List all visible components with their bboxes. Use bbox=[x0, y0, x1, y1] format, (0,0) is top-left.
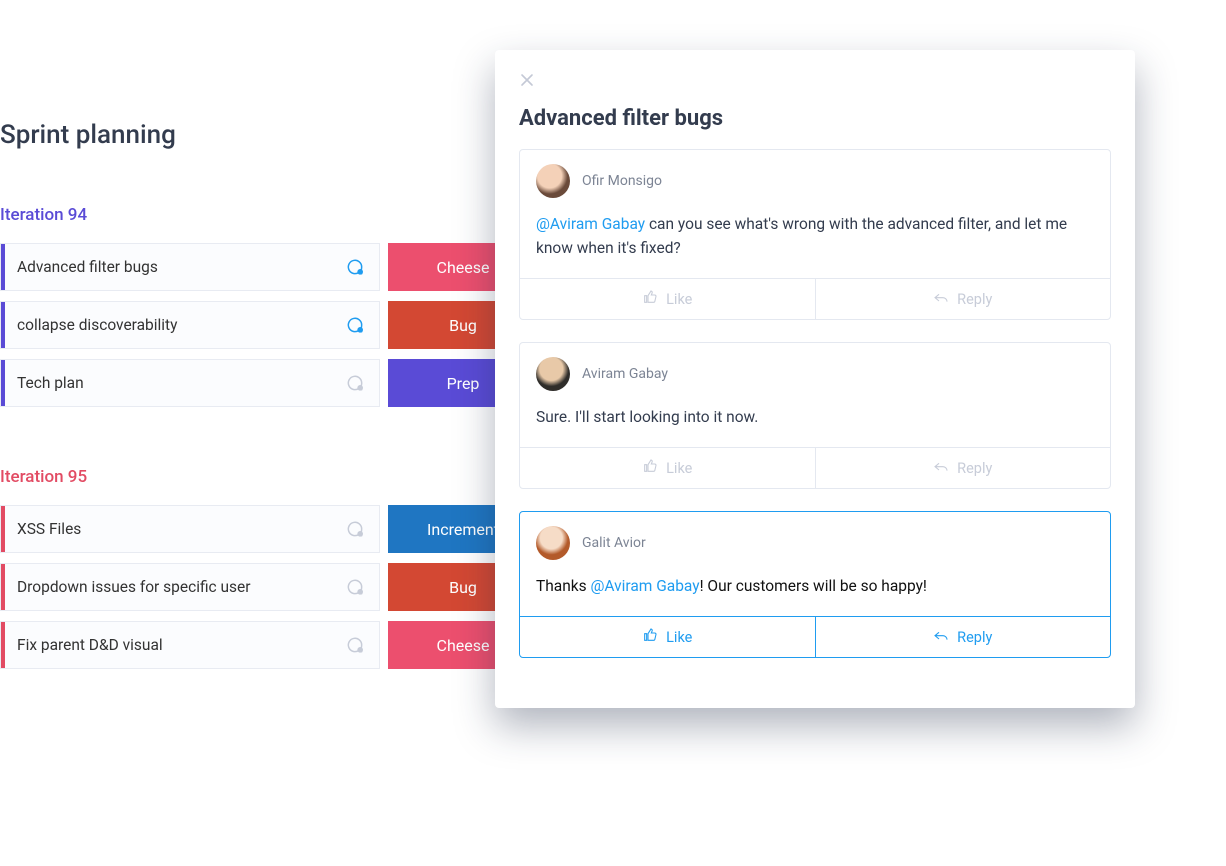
reply-label: Reply bbox=[957, 629, 992, 646]
comments-panel: Advanced filter bugs Ofir Monsigo @Avira… bbox=[495, 50, 1135, 708]
close-icon[interactable] bbox=[519, 72, 535, 88]
board-row: Advanced filter bugs Cheese bbox=[0, 243, 560, 291]
task-title: XSS Files bbox=[17, 520, 81, 538]
comment-actions: Like Reply bbox=[520, 278, 1110, 319]
comment-header: Galit Avior bbox=[520, 512, 1110, 568]
mention[interactable]: @Aviram Gabay bbox=[536, 215, 645, 233]
task-title: Fix parent D&D visual bbox=[17, 636, 163, 654]
iteration-group: Iteration 94 Advanced filter bugs Cheese… bbox=[0, 205, 560, 407]
reply-icon bbox=[933, 289, 949, 309]
avatar[interactable] bbox=[536, 164, 570, 198]
comment-text: Sure. I'll start looking into it now. bbox=[536, 408, 758, 426]
chat-icon[interactable] bbox=[345, 257, 365, 277]
reply-button[interactable]: Reply bbox=[815, 617, 1111, 657]
thumbs-up-icon bbox=[642, 458, 658, 478]
reply-button[interactable]: Reply bbox=[815, 279, 1111, 319]
board-title: Sprint planning bbox=[0, 120, 560, 150]
comment-actions: Like Reply bbox=[520, 616, 1110, 657]
comment-body: Thanks @Aviram Gabay! Our customers will… bbox=[520, 568, 1110, 616]
like-button[interactable]: Like bbox=[520, 279, 815, 319]
sprint-board: Sprint planning Iteration 94 Advanced fi… bbox=[0, 120, 560, 729]
comment-author: Aviram Gabay bbox=[582, 366, 668, 382]
board-row: Dropdown issues for specific user Bug bbox=[0, 563, 560, 611]
comment-body: Sure. I'll start looking into it now. bbox=[520, 399, 1110, 447]
comment-author: Ofir Monsigo bbox=[582, 173, 662, 189]
like-label: Like bbox=[666, 291, 692, 308]
mention[interactable]: @Aviram Gabay bbox=[590, 577, 699, 595]
reply-label: Reply bbox=[957, 460, 992, 477]
task-card[interactable]: Advanced filter bugs bbox=[0, 243, 380, 291]
like-label: Like bbox=[666, 629, 692, 646]
like-button[interactable]: Like bbox=[520, 617, 815, 657]
task-title: Dropdown issues for specific user bbox=[17, 578, 251, 596]
reply-button[interactable]: Reply bbox=[815, 448, 1111, 488]
board-row: collapse discoverability Bug bbox=[0, 301, 560, 349]
comment-header: Aviram Gabay bbox=[520, 343, 1110, 399]
iteration-group: Iteration 95 XSS Files Increment Dropdow… bbox=[0, 467, 560, 669]
task-card[interactable]: Fix parent D&D visual bbox=[0, 621, 380, 669]
task-title: collapse discoverability bbox=[17, 316, 177, 334]
task-card[interactable]: Dropdown issues for specific user bbox=[0, 563, 380, 611]
iteration-header[interactable]: Iteration 94 bbox=[0, 205, 560, 225]
board-row: XSS Files Increment bbox=[0, 505, 560, 553]
task-title: Tech plan bbox=[17, 374, 84, 392]
chat-icon[interactable] bbox=[345, 373, 365, 393]
chat-icon[interactable] bbox=[345, 635, 365, 655]
reply-label: Reply bbox=[957, 291, 992, 308]
chat-icon[interactable] bbox=[345, 315, 365, 335]
comment-header: Ofir Monsigo bbox=[520, 150, 1110, 206]
avatar[interactable] bbox=[536, 357, 570, 391]
avatar[interactable] bbox=[536, 526, 570, 560]
like-label: Like bbox=[666, 460, 692, 477]
comment: Galit Avior Thanks @Aviram Gabay! Our cu… bbox=[519, 511, 1111, 658]
like-button[interactable]: Like bbox=[520, 448, 815, 488]
comment-text: ! Our customers will be so happy! bbox=[700, 577, 927, 595]
task-card[interactable]: Tech plan bbox=[0, 359, 380, 407]
reply-icon bbox=[933, 627, 949, 647]
comment: Ofir Monsigo @Aviram Gabay can you see w… bbox=[519, 149, 1111, 320]
thumbs-up-icon bbox=[642, 627, 658, 647]
iteration-header[interactable]: Iteration 95 bbox=[0, 467, 560, 487]
panel-title: Advanced filter bugs bbox=[519, 106, 1111, 131]
board-row: Fix parent D&D visual Cheese bbox=[0, 621, 560, 669]
chat-icon[interactable] bbox=[345, 519, 365, 539]
chat-icon[interactable] bbox=[345, 577, 365, 597]
thumbs-up-icon bbox=[642, 289, 658, 309]
comment-author: Galit Avior bbox=[582, 535, 646, 551]
comment-body: @Aviram Gabay can you see what's wrong w… bbox=[520, 206, 1110, 278]
comment-actions: Like Reply bbox=[520, 447, 1110, 488]
comment-text: Thanks bbox=[536, 577, 590, 595]
task-card[interactable]: XSS Files bbox=[0, 505, 380, 553]
task-title: Advanced filter bugs bbox=[17, 258, 158, 276]
reply-icon bbox=[933, 458, 949, 478]
comment: Aviram Gabay Sure. I'll start looking in… bbox=[519, 342, 1111, 489]
task-card[interactable]: collapse discoverability bbox=[0, 301, 380, 349]
board-row: Tech plan Prep bbox=[0, 359, 560, 407]
